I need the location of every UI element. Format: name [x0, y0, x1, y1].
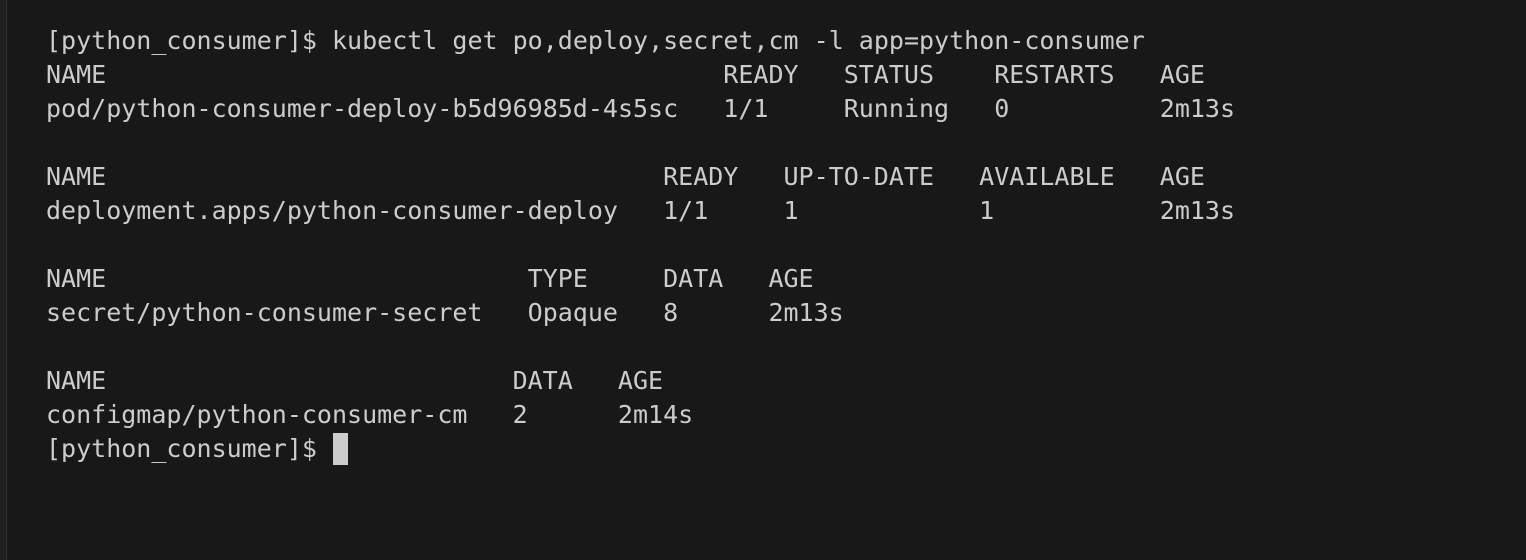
cm-header-age: AGE	[617, 366, 664, 395]
secret-header-data: DATA	[663, 264, 724, 293]
deploy-header-row: NAME READY UP-TO-DATE AVAILABLE AGE	[46, 160, 1526, 194]
pods-header-age: AGE	[1159, 60, 1205, 89]
text-cursor	[333, 432, 348, 465]
secret-header-type: TYPE	[527, 264, 588, 293]
deploy-ready: 1/1	[663, 196, 709, 225]
secret-header-age: AGE	[768, 264, 814, 293]
deploy-header-available: AVAILABLE	[979, 162, 1115, 191]
secret-age: 2m13s	[768, 298, 844, 327]
secret-type: Opaque	[527, 298, 618, 327]
command-text: kubectl get po,deploy,secret,cm -l app=p…	[332, 26, 1145, 55]
cm-row: configmap/python-consumer-cm 2 2m14s	[46, 398, 1526, 432]
input-line[interactable]: [python_consumer]$	[46, 432, 1526, 466]
cm-header-row: NAME DATA AGE	[46, 364, 1526, 398]
deploy-header-age: AGE	[1159, 162, 1205, 191]
cm-header-data: DATA	[512, 366, 573, 395]
pods-header-status: STATUS	[843, 60, 935, 89]
cm-age: 2m14s	[617, 400, 694, 429]
command-line: [python_consumer]$ kubectl get po,deploy…	[46, 24, 1526, 58]
pod-age: 2m13s	[1159, 94, 1236, 123]
secret-name: secret/python-consumer-secret	[46, 298, 483, 327]
pods-header-name: NAME	[46, 60, 107, 89]
pod-name: pod/python-consumer-deploy-b5d96985d-4s5…	[46, 94, 679, 123]
pod-restarts: 0	[994, 94, 1010, 123]
secret-header-name: NAME	[46, 264, 107, 293]
shell-prompt: [python_consumer]$	[46, 26, 317, 55]
deploy-header-ready: READY	[663, 162, 739, 191]
secret-header-row: NAME TYPE DATA AGE	[46, 262, 1526, 296]
terminal-window[interactable]: [python_consumer]$ kubectl get po,deploy…	[0, 0, 1526, 560]
secret-data: 8	[663, 298, 679, 327]
deploy-header-uptodate: UP-TO-DATE	[783, 162, 935, 191]
pods-header-restarts: RESTARTS	[994, 60, 1115, 89]
deploy-available: 1	[979, 196, 995, 225]
cm-data: 2	[512, 400, 528, 429]
deploy-row: deployment.apps/python-consumer-deploy 1/…	[46, 194, 1526, 228]
deploy-uptodate: 1	[783, 196, 799, 225]
pod-status: Running	[843, 94, 950, 123]
deploy-name: deployment.apps/python-consumer-deploy	[46, 196, 618, 225]
cm-name: configmap/python-consumer-cm	[46, 400, 468, 429]
pods-header-ready: READY	[723, 60, 799, 89]
pods-header-row: NAME READY STATUS RESTARTS AGE	[46, 58, 1526, 92]
secret-row: secret/python-consumer-secret Opaque 8 2m13…	[46, 296, 1526, 330]
terminal-left-edge	[0, 0, 7, 560]
pod-row: pod/python-consumer-deploy-b5d96985d-4s5…	[46, 92, 1526, 126]
pod-ready: 1/1	[723, 94, 769, 123]
deploy-age: 2m13s	[1159, 196, 1236, 225]
cm-header-name: NAME	[46, 366, 107, 395]
shell-prompt: [python_consumer]$	[46, 434, 317, 463]
deploy-header-name: NAME	[46, 162, 107, 191]
